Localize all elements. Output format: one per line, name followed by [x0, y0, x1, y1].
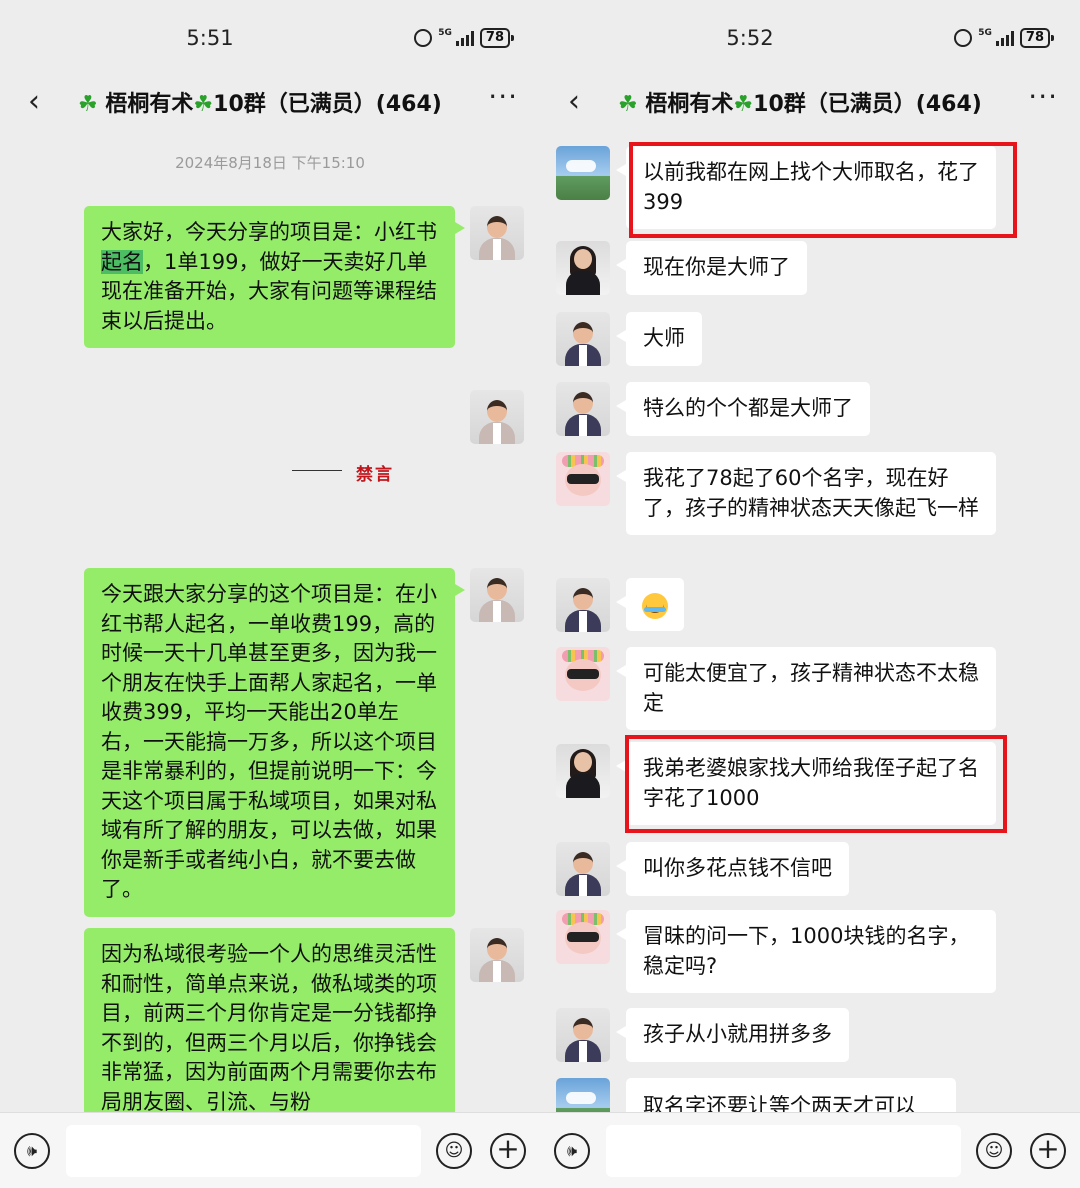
- back-icon[interactable]: ‹: [14, 82, 54, 126]
- avatar[interactable]: [556, 910, 610, 964]
- clover-icon: ☘: [193, 92, 214, 117]
- plus-icon[interactable]: +: [490, 1133, 526, 1169]
- voice-icon[interactable]: 🕪: [554, 1133, 590, 1169]
- divider-line: [292, 470, 342, 471]
- chat-title-suffix: 10群（已满员）(464): [213, 92, 442, 117]
- message-bubble[interactable]: 可能太便宜了，孩子精神状态不太稳定: [616, 647, 996, 730]
- avatar[interactable]: [470, 390, 524, 444]
- battery-icon: 78: [1019, 28, 1055, 48]
- avatar[interactable]: [556, 312, 610, 366]
- network-type: 5G: [438, 28, 452, 38]
- chat-title: ☘ 梧桐有术☘10群（已满员）(464): [618, 86, 982, 118]
- clover-icon: ☘: [618, 92, 638, 117]
- signal-icon: [995, 30, 1014, 46]
- status-bar: 5:52 5G 78: [540, 0, 1080, 80]
- input-bar: 🕪 ☺ +: [0, 1112, 540, 1188]
- chat-title-suffix: 10群（已满员）(464): [753, 92, 982, 117]
- avatar[interactable]: [556, 647, 610, 701]
- message-bubble[interactable]: 今天跟大家分享的这个项目是：在小红书帮人起名，一单收费199，高的时候一天十几单…: [84, 568, 465, 917]
- message-bubble[interactable]: 因为私域很考验一个人的思维灵活性和耐性，简单点来说，做私域类的项目，前两三个月你…: [84, 928, 455, 1128]
- chat-header: ‹ ☘ 梧桐有术☘10群（已满员）(464) ···: [540, 80, 1080, 134]
- avatar[interactable]: [556, 241, 610, 295]
- message-bubble[interactable]: 大家好，今天分享的项目是：小红书起名，1单199，做好一天卖好几单 现在准备开始…: [84, 206, 465, 348]
- clover-icon: ☘: [78, 92, 98, 117]
- message-bubble[interactable]: 我弟老婆娘家找大师给我侄子起了名字花了1000: [616, 742, 996, 825]
- avatar[interactable]: [556, 1008, 610, 1062]
- chat-title-name: 梧桐有术: [105, 92, 194, 117]
- message-timestamp: 2024年8月18日 下午15:10: [175, 154, 365, 172]
- back-icon[interactable]: ‹: [554, 82, 594, 126]
- message-bubble[interactable]: 大师: [616, 312, 702, 366]
- crying-laughing-emoji-icon: [642, 593, 668, 619]
- emoji-icon[interactable]: ☺: [976, 1133, 1012, 1169]
- avatar[interactable]: [556, 744, 610, 798]
- chat-header: ‹ ☘ 梧桐有术☘10群（已满员）(464) ···: [0, 80, 540, 134]
- battery-icon: 78: [479, 28, 515, 48]
- alarm-icon: [414, 29, 433, 47]
- message-bubble[interactable]: 现在你是大师了: [616, 241, 807, 295]
- alarm-icon: [954, 29, 973, 47]
- status-time: 5:52: [726, 26, 774, 50]
- more-options-icon[interactable]: ···: [488, 82, 518, 112]
- avatar[interactable]: [556, 578, 610, 632]
- status-icons: 5G 78: [414, 28, 515, 48]
- avatar[interactable]: [470, 928, 524, 982]
- avatar[interactable]: [556, 382, 610, 436]
- message-bubble[interactable]: 特么的个个都是大师了: [616, 382, 870, 436]
- message-input[interactable]: [606, 1125, 961, 1177]
- highlighted-text: 起名: [101, 249, 143, 274]
- muted-label: 禁言: [356, 465, 394, 485]
- avatar[interactable]: [556, 842, 610, 896]
- clover-icon: ☘: [733, 92, 754, 117]
- message-bubble[interactable]: 叫你多花点钱不信吧: [616, 842, 849, 896]
- message-bubble[interactable]: [616, 578, 684, 631]
- status-time: 5:51: [186, 26, 234, 50]
- more-options-icon[interactable]: ···: [1028, 82, 1058, 112]
- signal-icon: [455, 30, 474, 46]
- avatar[interactable]: [556, 452, 610, 506]
- message-bubble[interactable]: 以前我都在网上找个大师取名，花了399: [616, 146, 996, 229]
- chat-screen-left: 5:51 5G 78 ‹ ☘ 梧桐有术☘10群（已满员）(464) ··· 20…: [0, 0, 540, 1188]
- input-bar: 🕪 ☺ +: [540, 1112, 1080, 1188]
- emoji-icon[interactable]: ☺: [436, 1133, 472, 1169]
- plus-icon[interactable]: +: [1030, 1133, 1066, 1169]
- message-input[interactable]: [66, 1125, 421, 1177]
- avatar[interactable]: [470, 206, 524, 260]
- avatar[interactable]: [470, 568, 524, 622]
- status-icons: 5G 78: [954, 28, 1055, 48]
- message-bubble[interactable]: 我花了78起了60个名字，现在好了，孩子的精神状态天天像起飞一样: [616, 452, 996, 535]
- chat-screen-right: 5:52 5G 78 ‹ ☘ 梧桐有术☘10群（已满员）(464) ··· 以前…: [540, 0, 1080, 1188]
- chat-title-name: 梧桐有术: [645, 92, 734, 117]
- status-bar: 5:51 5G 78: [0, 0, 540, 80]
- chat-title: ☘ 梧桐有术☘10群（已满员）(464): [78, 86, 442, 118]
- voice-icon[interactable]: 🕪: [14, 1133, 50, 1169]
- network-type: 5G: [978, 28, 992, 38]
- message-bubble[interactable]: 冒昧的问一下，1000块钱的名字，稳定吗?: [616, 910, 996, 993]
- message-bubble[interactable]: 孩子从小就用拼多多: [616, 1008, 849, 1062]
- avatar[interactable]: [556, 146, 610, 200]
